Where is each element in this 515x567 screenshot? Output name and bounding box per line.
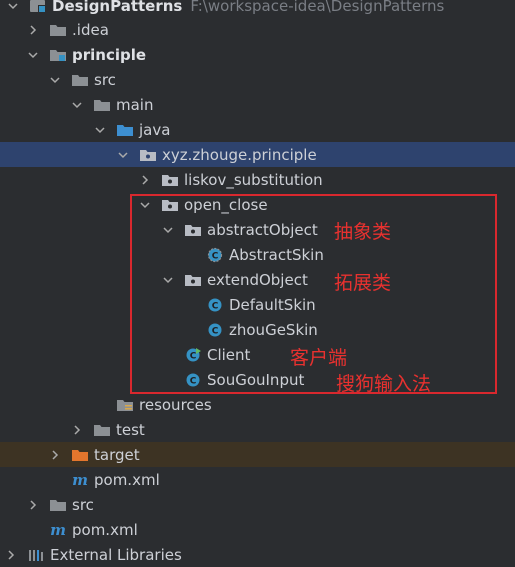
folder-icon — [49, 22, 67, 38]
library-icon — [27, 547, 45, 563]
folder-icon — [93, 422, 111, 438]
chevron-right-icon[interactable] — [72, 424, 82, 435]
chevron-down-icon[interactable] — [95, 125, 105, 135]
chevron-down-icon[interactable] — [118, 150, 128, 160]
package-icon — [161, 172, 179, 188]
chevron-right-icon[interactable] — [140, 174, 150, 185]
chevron-down-icon[interactable] — [28, 50, 38, 60]
tree-row-pom-principle[interactable]: m pom.xml — [0, 467, 515, 492]
source-folder-icon — [116, 122, 134, 138]
tree-row-test[interactable]: test — [0, 417, 515, 442]
svg-text:m: m — [72, 472, 88, 488]
folder-icon — [49, 497, 67, 513]
svg-text:m: m — [50, 522, 66, 538]
module-icon — [29, 0, 47, 14]
folder-icon — [93, 97, 111, 113]
tree-row-main[interactable]: main — [0, 92, 515, 117]
tree-row-pom-root[interactable]: m pom.xml — [0, 517, 515, 542]
target-label: target — [94, 445, 140, 464]
maven-icon: m — [71, 472, 89, 488]
java-label: java — [139, 120, 171, 139]
chevron-right-icon[interactable] — [50, 449, 60, 460]
package-icon — [139, 147, 157, 163]
tree-row-target[interactable]: target — [0, 442, 515, 467]
tree-row-external-libraries[interactable]: External Libraries — [0, 542, 515, 567]
maven-icon: m — [49, 522, 67, 538]
tree-row-principle[interactable]: principle — [0, 42, 515, 67]
src-root-label: src — [72, 495, 94, 514]
principle-label: principle — [72, 45, 147, 64]
test-label: test — [116, 420, 145, 439]
idea-label: .idea — [72, 20, 109, 39]
chevron-right-icon[interactable] — [28, 24, 38, 35]
annotation-client: 客户端 — [290, 347, 348, 369]
tree-row-root[interactable]: DesignPatterns F:\workspace-idea\DesignP… — [0, 0, 515, 18]
pom-root-label: pom.xml — [72, 520, 138, 539]
resources-folder-icon — [116, 397, 134, 413]
pom-principle-label: pom.xml — [94, 470, 160, 489]
tree-row-src-root[interactable]: src — [0, 492, 515, 517]
chevron-down-icon[interactable] — [72, 100, 82, 110]
package-label: xyz.zhouge.principle — [162, 145, 317, 164]
main-label: main — [116, 95, 154, 114]
tree-row-idea[interactable]: .idea — [0, 17, 515, 42]
resources-label: resources — [139, 395, 212, 414]
root-path: F:\workspace-idea\DesignPatterns — [190, 0, 445, 15]
chevron-right-icon[interactable] — [6, 549, 16, 560]
tree-row-java[interactable]: java — [0, 117, 515, 142]
folder-icon — [71, 72, 89, 88]
tree-row-src[interactable]: src — [0, 67, 515, 92]
annotation-input: 搜狗输入法 — [336, 373, 432, 395]
liskov-label: liskov_substitution — [184, 170, 323, 189]
src-label: src — [94, 70, 116, 89]
tree-row-liskov[interactable]: liskov_substitution — [0, 167, 515, 192]
chevron-down-icon[interactable] — [50, 75, 60, 85]
chevron-right-icon[interactable] — [28, 499, 38, 510]
root-label: DesignPatterns — [52, 0, 183, 15]
annotation-abstract: 抽象类 — [334, 221, 392, 243]
chevron-down-icon[interactable] — [8, 1, 18, 11]
tree-row-package[interactable]: xyz.zhouge.principle — [0, 142, 515, 167]
excluded-folder-icon — [71, 447, 89, 463]
annotation-extend: 拓展类 — [334, 272, 392, 294]
module-folder-icon — [49, 47, 67, 63]
tree-row-resources[interactable]: resources — [0, 392, 515, 417]
external-libraries-label: External Libraries — [50, 545, 182, 564]
